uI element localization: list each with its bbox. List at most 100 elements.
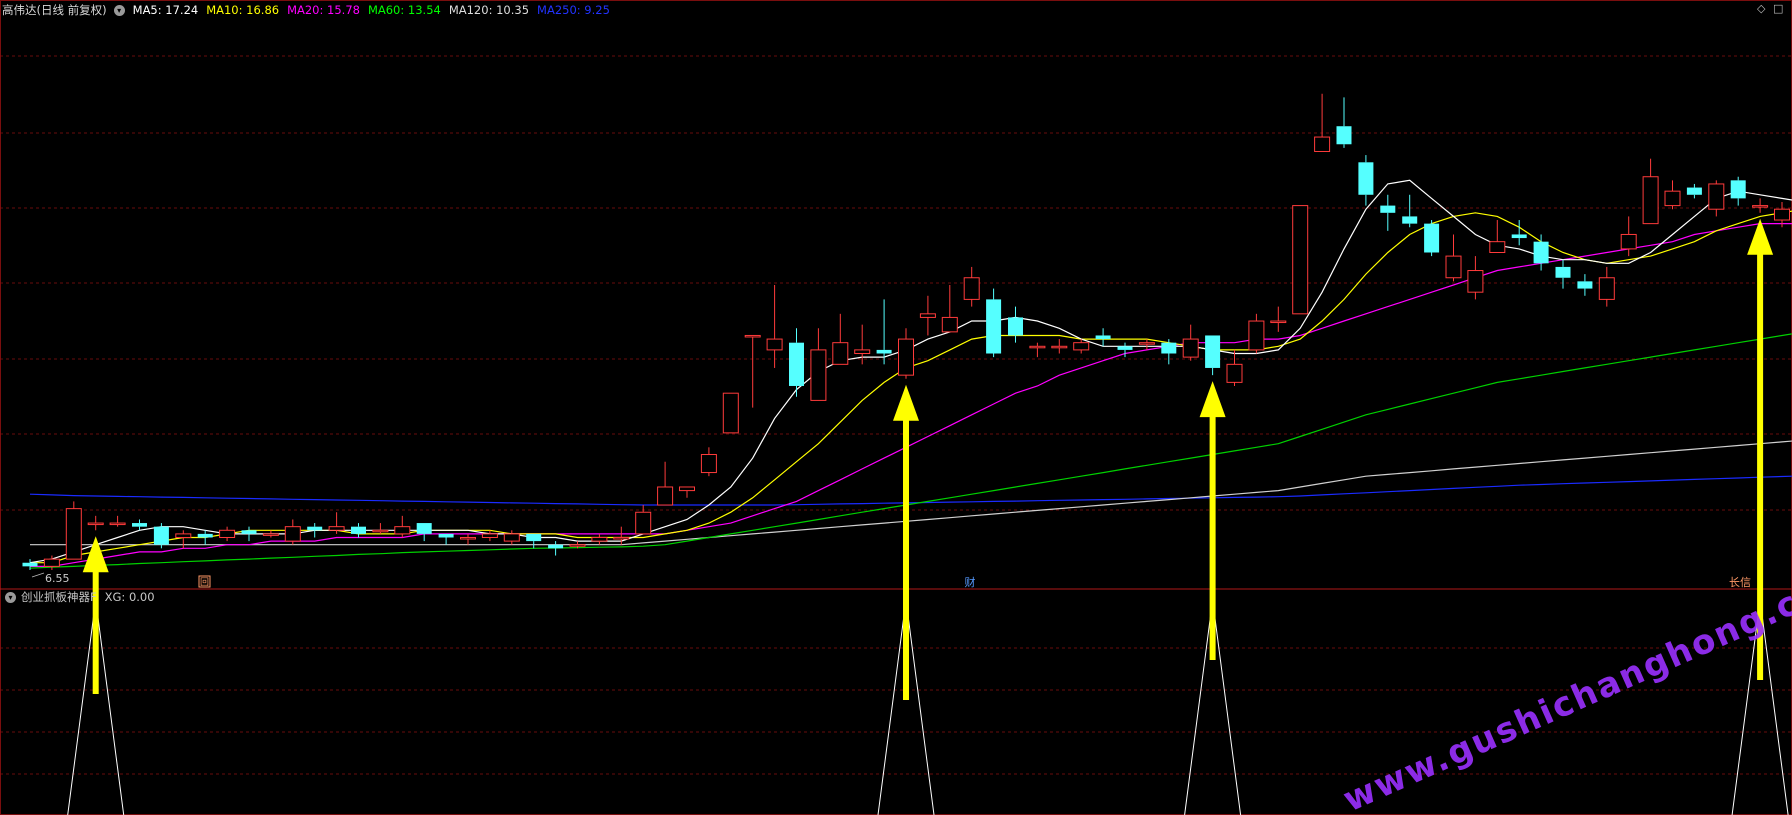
candle-body [372,529,389,533]
finance-marker: 财 [965,575,976,589]
candle-body [919,313,936,318]
candle-body [1533,241,1549,264]
candle-body [744,334,761,338]
candle-body [219,529,236,538]
ma250-label: MA250: 9.25 [537,3,610,17]
candle-body [1117,346,1133,350]
candle-body [898,338,914,376]
indicator-legend: ▾ 创业抓板神器F XG: 0.00 [2,589,155,605]
signal-arrow-head [893,384,919,421]
candle-body [351,526,366,534]
signal-arrow-head [1747,218,1774,255]
ma60-label: MA60: 13.54 [367,3,441,17]
indicator-title: 创业抓板神器F [21,590,97,604]
candle-body [1424,223,1440,253]
candle-body [1664,190,1681,207]
indicator-value: XG: 0.00 [104,590,155,604]
candle-body [1620,233,1637,250]
candle-body [613,536,630,540]
candle-body [1270,320,1287,324]
candle-body [197,533,213,538]
candle-body [65,508,82,560]
candle-body [241,530,257,534]
candle-body [1686,187,1702,195]
candle-body [1051,345,1068,349]
ma5-label: MA5: 17.24 [132,3,199,17]
candle-body [1511,234,1527,239]
candle-body [1205,335,1221,368]
candle-body [22,562,38,567]
candle-body [679,486,695,492]
candle-body [394,526,411,535]
candle-body [328,526,345,531]
ma10-label: MA10: 16.86 [206,3,280,17]
candle-body [526,533,542,542]
candle-body [1489,241,1506,253]
candle-body [1445,255,1462,279]
candle-body [284,526,301,542]
candle-body [1138,342,1155,345]
candle-body [1008,317,1023,336]
candle-body [789,342,804,386]
candle-body [1752,205,1769,208]
low-price-label: 6.55 [45,572,70,585]
ma250-line [29,475,1792,506]
candle-body [1380,205,1396,213]
candle-body [548,544,564,549]
box-marker-text: 回 [200,577,209,588]
low-pointer [31,572,45,578]
kline-chart: 20.906.55回财长信www.gushichanghong.com [0,0,1792,815]
candle-body [657,486,674,506]
candle-body [766,338,783,351]
candle-body [1029,345,1046,349]
diamond-icon[interactable]: ◇ [1757,2,1765,15]
candle-body [854,349,871,355]
candle-body [1248,320,1265,351]
candle-body [43,558,60,567]
candle-body [416,523,432,534]
candle-body [503,533,520,542]
candle-body [153,526,169,545]
stock-title: 高伟达(日线 前复权) [2,3,107,17]
candle-body [132,523,147,527]
candle-body [1358,162,1374,195]
chart-stage: { "header": { "title": "高伟达(日线 前复权)", "m… [0,0,1792,815]
square-icon[interactable]: □ [1773,2,1783,15]
candle-body [832,342,849,365]
chevron-down-icon[interactable]: ▾ [5,591,16,603]
candle-body [810,349,827,401]
candle-body [986,299,1002,354]
signal-arrow-head [1199,381,1226,418]
main-legend: 高伟达(日线 前复权) ▾ MA5: 17.24 MA10: 16.86 MA2… [2,2,618,18]
candle-body [1292,205,1309,315]
ma20-label: MA20: 15.78 [287,3,360,17]
candle-body [635,511,652,535]
candle-body [1182,338,1199,358]
ma20-line [30,223,1792,568]
candle-body [87,522,104,526]
candle-body [1598,277,1615,300]
candle-body [591,536,608,542]
candle-body [722,392,739,434]
candle-body [876,349,892,354]
candle-body [700,454,717,474]
candle-body [963,277,980,300]
candle-body [481,533,498,538]
candle-body [1467,270,1484,293]
chart-frame [0,0,1792,815]
candle-body [1642,176,1659,225]
candle-body [109,522,126,526]
candle-body [1708,183,1725,210]
chevron-down-icon[interactable]: ▾ [113,4,125,16]
candle-body [1402,216,1418,224]
candle-body [1161,342,1177,354]
right-marker: 长信 [1729,576,1751,589]
candle-body [1226,363,1243,383]
candle-body [1073,342,1090,351]
candle-body [1555,266,1571,278]
candle-body [438,533,454,538]
candle-body [1577,281,1593,289]
candle-body [569,544,586,547]
candle-body [175,533,192,538]
candle-body [941,316,958,333]
